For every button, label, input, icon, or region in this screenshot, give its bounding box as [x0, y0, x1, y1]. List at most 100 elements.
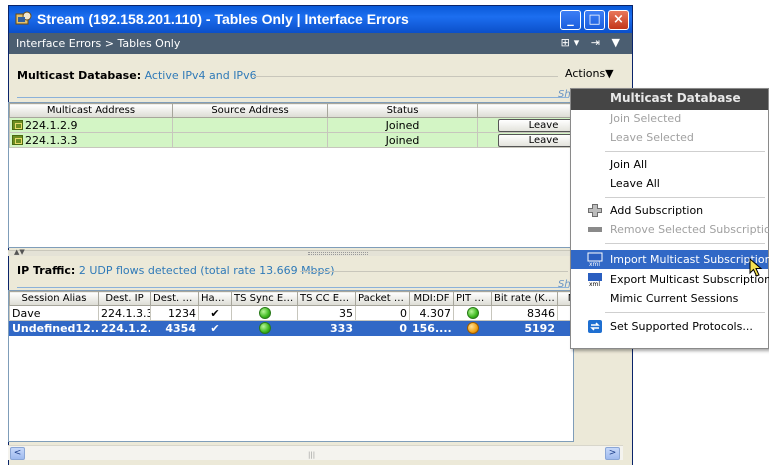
xml-import-icon: xml — [587, 252, 603, 267]
scroll-right-icon[interactable]: > — [605, 447, 620, 460]
status-ok-icon — [258, 306, 271, 319]
dest-port: 1234 — [150, 305, 199, 321]
menu-separator — [605, 243, 765, 244]
col-ts-sync-error[interactable]: TS Sync Error — [231, 291, 298, 306]
breadcrumb-text[interactable]: Interface Errors > Tables Only — [16, 37, 180, 50]
menu-separator — [605, 151, 765, 152]
menu-import-subscriptions[interactable]: xml Import Multicast Subscriptions... — [571, 250, 769, 269]
menu-leave-all[interactable]: Leave All — [571, 174, 768, 193]
col-status[interactable]: Status — [327, 103, 478, 118]
protocols-icon — [588, 320, 602, 333]
col-bit-rate[interactable]: Bit rate (Kbps) — [491, 291, 558, 306]
svg-text:xml: xml — [589, 261, 600, 267]
collapse-arrows-icon[interactable]: ▲▼ — [14, 248, 25, 256]
title-bar[interactable]: Stream (192.158.201.110) - Tables Only |… — [9, 6, 632, 33]
menu-separator — [605, 312, 765, 313]
bit-rate: 5192 — [491, 320, 558, 336]
multicast-rule — [17, 97, 569, 98]
ip-traffic-section-title: IP Traffic: 2 UDP flows detected (total … — [17, 264, 335, 277]
has-ts-check-icon: ✔ — [198, 305, 232, 321]
menu-leave-selected[interactable]: Leave Selected — [571, 128, 768, 147]
menu-set-protocols[interactable]: Set Supported Protocols... — [571, 317, 768, 336]
multicast-divider — [253, 76, 558, 77]
close-icon: × — [613, 12, 624, 27]
col-packet-error[interactable]: Packet Error — [355, 291, 410, 306]
app-icon — [15, 11, 32, 25]
multicast-title: Multicast Database: — [17, 69, 142, 82]
multicast-show-link[interactable]: Sh — [558, 89, 571, 100]
toolbar-icons[interactable]: ⊞▾ ⇥ ▼ — [561, 36, 624, 49]
horizontal-scrollbar[interactable]: < ||| > — [8, 445, 623, 460]
menu-add-subscription-label: Add Subscription — [610, 204, 704, 217]
col-session-alias[interactable]: Session Alias — [9, 291, 99, 306]
leave-button[interactable]: Leave — [497, 118, 573, 132]
ts-cc-error: 35 — [297, 305, 356, 321]
ip-traffic-divider — [300, 271, 568, 272]
col-ts-cc-error[interactable]: TS CC Error — [297, 291, 356, 306]
dest-ip: 224.1.2.9 — [98, 320, 151, 336]
col-dest-ip[interactable]: Dest. IP — [98, 291, 151, 306]
multicast-subtitle: Active IPv4 and IPv6 — [144, 69, 257, 82]
packet-error: 0 — [355, 320, 410, 336]
actions-menu-button[interactable]: Actions▼ — [565, 67, 614, 80]
mdi-df: 156.... — [409, 320, 454, 336]
menu-join-all[interactable]: Join All — [571, 155, 768, 174]
table-row[interactable]: 224.1.3.3 Joined Leave — [9, 132, 573, 148]
status-ok-icon — [466, 306, 479, 319]
menu-join-selected[interactable]: Join Selected — [571, 109, 768, 128]
col-multicast-address[interactable]: Multicast Address — [9, 103, 173, 118]
menu-remove-subscription[interactable]: Remove Selected Subscription(s) — [571, 220, 769, 239]
ts-cc-error: 333 — [297, 320, 356, 336]
menu-export-subscriptions[interactable]: xml Export Multicast Subscriptions... — [571, 270, 769, 289]
ip-traffic-rule — [17, 287, 569, 288]
svg-text:xml: xml — [589, 281, 600, 287]
menu-mimic-sessions[interactable]: Mimic Current Sessions — [571, 289, 768, 308]
add-subscription-icon — [588, 204, 602, 217]
table-row[interactable]: Dave 224.1.3.3 1234 ✔ 35 0 4.307 8346 — [9, 305, 573, 321]
multicast-address: 224.1.3.3 — [25, 133, 78, 147]
ip-traffic-table: Session Alias Dest. IP Dest. Port Has TS… — [8, 290, 574, 442]
breadcrumb: Interface Errors > Tables Only ⊞▾ ⇥ ▼ — [9, 33, 632, 54]
minimize-button[interactable]: _ — [560, 10, 581, 30]
col-actions[interactable]: Actions — [477, 103, 573, 118]
dest-ip: 224.1.3.3 — [98, 305, 151, 321]
status-warning-icon — [466, 321, 479, 334]
grid-icon — [12, 119, 23, 130]
table-row-selected[interactable]: Undefined12... 224.1.2.9 4354 ✔ 333 0 15… — [9, 320, 573, 336]
remove-subscription-icon — [588, 227, 602, 232]
source-address — [172, 117, 328, 133]
mdi-df: 4.307 — [409, 305, 454, 321]
menu-export-label: Export Multicast Subscriptions... — [610, 273, 769, 286]
panel-splitter[interactable]: ▲▼ — [8, 248, 623, 256]
minimize-icon: _ — [567, 12, 574, 27]
status-cell: Joined — [327, 117, 478, 133]
multicast-address: 224.1.2.9 — [25, 118, 78, 132]
ip-traffic-show-link[interactable]: Sh — [558, 279, 571, 290]
mouse-cursor-icon — [749, 258, 763, 277]
splitter-grip[interactable] — [308, 252, 368, 255]
status-cell: Joined — [327, 132, 478, 148]
scroll-thumb[interactable]: ||| — [308, 451, 315, 459]
maximize-button[interactable]: □ — [584, 10, 605, 30]
leave-button[interactable]: Leave — [497, 133, 573, 147]
maximize-icon: □ — [588, 12, 601, 27]
ip-traffic-subtitle: 2 UDP flows detected (total rate 13.669 … — [78, 264, 335, 277]
session-alias: Undefined12... — [9, 320, 99, 336]
bit-rate: 8346 — [491, 305, 558, 321]
menu-import-label: Import Multicast Subscriptions... — [610, 253, 769, 266]
packet-error: 0 — [355, 305, 410, 321]
menu-add-subscription[interactable]: Add Subscription — [571, 201, 768, 220]
close-button[interactable]: × — [608, 10, 629, 30]
window-title: Stream (192.158.201.110) - Tables Only |… — [37, 11, 409, 27]
col-pit-error[interactable]: PIT Error — [453, 291, 492, 306]
menu-set-protocols-label: Set Supported Protocols... — [610, 320, 753, 333]
menu-remove-subscription-label: Remove Selected Subscription(s) — [610, 223, 769, 236]
source-address — [172, 132, 328, 148]
col-mdi-df[interactable]: MDI:DF — [409, 291, 454, 306]
table-row[interactable]: 224.1.2.9 Joined Leave — [9, 117, 573, 133]
col-has-ts[interactable]: Has TS — [198, 291, 232, 306]
col-dest-port[interactable]: Dest. Port — [150, 291, 199, 306]
multicast-table: Multicast Address Source Address Status … — [8, 102, 574, 248]
col-source-address[interactable]: Source Address — [172, 103, 328, 118]
scroll-left-icon[interactable]: < — [10, 447, 25, 460]
